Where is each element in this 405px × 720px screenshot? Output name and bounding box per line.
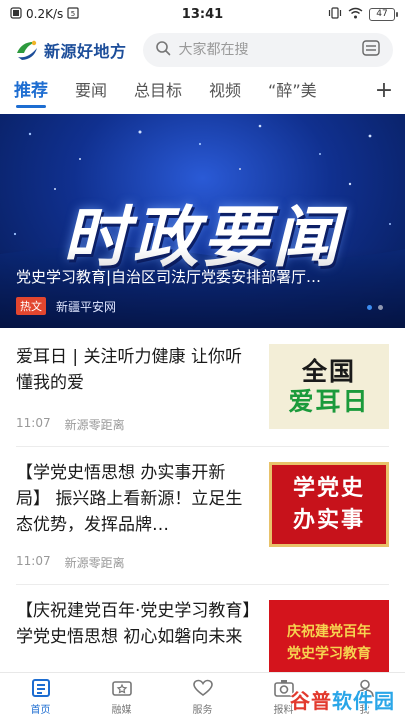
news-title[interactable]: 【学党史悟思想 办实事开新局】 振兴路上看新源！立足生态优势，发挥品牌…: [16, 460, 254, 538]
news-item[interactable]: 【学党史悟思想 办实事开新局】 振兴路上看新源！立足生态优势，发挥品牌… 11:…: [16, 460, 389, 570]
add-channel-button[interactable]: +: [373, 78, 395, 104]
search-bar[interactable]: [142, 33, 393, 67]
nav-media[interactable]: 融媒: [81, 673, 162, 720]
banner-meta: 热文 新疆平安网: [16, 297, 116, 315]
tab-news[interactable]: 要闻: [75, 72, 107, 110]
thumb-text: 爱耳日: [288, 386, 370, 416]
media-icon: [111, 677, 133, 699]
featured-banner[interactable]: 时政要闻 党史学习教育|自治区司法厅党委安排部署厅… 热文 新疆平安网: [0, 114, 405, 328]
news-thumbnail[interactable]: 庆祝建党百年 党史学习教育: [269, 600, 389, 672]
wifi-icon: [348, 7, 363, 22]
banner-source: 新疆平安网: [56, 299, 117, 314]
nav-label: 首页: [30, 705, 51, 716]
thumb-text: 全国: [301, 356, 356, 386]
carousel-dot: [367, 305, 372, 310]
news-thumbnail[interactable]: 学党史 办实事: [269, 462, 389, 547]
news-title[interactable]: 【庆祝建党百年·党史学习教育】学党史悟思想 初心如磐向未来: [16, 598, 254, 650]
news-time: 11:07: [16, 416, 51, 430]
nav-label: 融媒: [111, 705, 132, 716]
thumb-text: 学党史: [292, 475, 365, 501]
news-source: 新源零距离: [64, 556, 125, 570]
divider: [16, 446, 389, 447]
logo-icon: [14, 37, 40, 63]
vibrate-icon: [328, 6, 342, 22]
home-icon: [30, 677, 52, 699]
carousel-dot: [378, 305, 383, 310]
tab-video[interactable]: 视频: [209, 72, 241, 110]
news-item[interactable]: 爱耳日 | 关注听力健康 让你听懂我的爱 11:07 新源零距离 全国 爱耳日: [16, 344, 389, 434]
news-source: 新源零距离: [64, 418, 125, 432]
news-thumbnail[interactable]: 全国 爱耳日: [269, 344, 389, 429]
heart-icon: [192, 677, 214, 699]
tab-goals[interactable]: 总目标: [134, 72, 182, 110]
network-speed: 0.2K/s: [26, 7, 64, 21]
thumb-text: 党史学习教育: [287, 645, 371, 662]
thumb-text: 庆祝建党百年: [287, 623, 371, 640]
site-watermark: 谷普 软件园: [290, 689, 395, 713]
svg-text:5: 5: [71, 10, 75, 18]
tab-beauty[interactable]: “醉”美: [268, 72, 317, 110]
hot-badge: 热文: [16, 297, 46, 315]
app-header: 新源好地方: [0, 30, 405, 70]
news-title[interactable]: 爱耳日 | 关注听力健康 让你听懂我的爱: [16, 344, 254, 396]
search-icon: [155, 40, 171, 60]
news-item[interactable]: 【庆祝建党百年·党史学习教育】学党史悟思想 初心如磐向未来 庆祝建党百年 党史学…: [16, 598, 389, 672]
sim-icon: 5: [67, 6, 79, 22]
battery-indicator: 47: [369, 7, 398, 21]
divider: [16, 584, 389, 585]
carousel-indicator: [367, 305, 383, 310]
signal-icon: [10, 6, 22, 22]
thumb-text: 办实事: [292, 507, 365, 533]
nav-home[interactable]: 首页: [0, 673, 81, 720]
nav-service[interactable]: 服务: [162, 673, 243, 720]
news-meta: 11:07 新源零距离: [16, 554, 125, 571]
nav-label: 服务: [192, 705, 213, 716]
news-time: 11:07: [16, 554, 51, 568]
status-bar: 0.2K/s 5 13:41 47: [0, 0, 405, 28]
app-name: 新源好地方: [44, 42, 127, 61]
search-input[interactable]: [178, 42, 353, 58]
scan-icon[interactable]: [361, 38, 381, 62]
app-logo[interactable]: 新源好地方: [14, 37, 127, 63]
channel-tabs: 推荐 要闻 总目标 视频 “醉”美 +: [0, 72, 405, 110]
news-meta: 11:07 新源零距离: [16, 416, 125, 433]
tab-recommend[interactable]: 推荐: [14, 72, 48, 110]
banner-title[interactable]: 党史学习教育|自治区司法厅党委安排部署厅…: [16, 266, 387, 287]
